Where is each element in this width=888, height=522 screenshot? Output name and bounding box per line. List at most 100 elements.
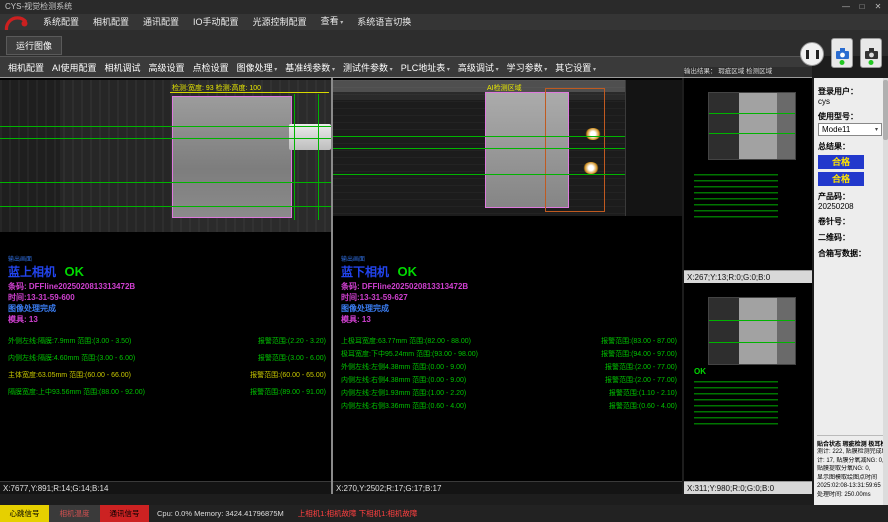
bright-spot [585, 128, 601, 140]
thumbnail-camera-view[interactable] [708, 297, 796, 365]
toolbar-camera-debug[interactable]: 相机调试 [101, 59, 145, 76]
overlay-line [0, 138, 331, 139]
total-result-label: 总结果： [818, 141, 885, 152]
result-text-block [694, 174, 778, 218]
measurement-text: 极耳宽度:下中95.24mm 范围:(93.00 - 98.00) [341, 350, 478, 359]
overlay-line [0, 182, 331, 183]
statistics-header: 贴合状态 瑕疵检测 极耳检测 [817, 435, 886, 448]
toolbar-spot-check[interactable]: 点检设置 [189, 59, 233, 76]
camera-result-label: 蓝下相机 [341, 265, 389, 279]
statistics-line: 显示图模取绘图点时间 [817, 474, 886, 483]
camera-temperature-indicator: 相机温度 [49, 505, 100, 522]
window-title: CYS-视觉检测系统 [5, 2, 72, 11]
alarm-range-text: 报警范围:(1.10 - 2.10) [609, 389, 677, 398]
login-user-value[interactable]: cys [818, 97, 885, 106]
barcode-text: 条码: DFFline2025020813313472B [8, 281, 326, 292]
timestamp-text: 时间:13-31-59-627 [341, 292, 677, 303]
thumbnail-camera-view[interactable] [708, 92, 796, 160]
measurement-row: 极耳宽度:下中95.24mm 范围:(93.00 - 98.00) 报警范围:(… [341, 350, 677, 359]
cpu-memory-readout: Cpu: 0.0% Memory: 3424.41796875M [157, 509, 284, 518]
mold-number-text: 模具: 13 [8, 314, 326, 325]
menu-item-system-config[interactable]: 系统配置 [36, 14, 86, 30]
lower-camera-button[interactable] [860, 38, 882, 68]
toolbar-image-process[interactable]: 图像处理 [233, 59, 282, 76]
menu-item-io-manual-config[interactable]: IO手动配置 [186, 14, 246, 30]
result-text-block [694, 381, 778, 425]
upper-camera-button[interactable] [831, 38, 853, 68]
overlay-line [709, 133, 795, 134]
measurement-text: 外侧左线:左侧4.38mm 范围:(0.00 - 9.00) [341, 363, 466, 372]
close-button[interactable]: ✕ [870, 0, 886, 14]
upper-camera-view[interactable]: 检测:宽度: 93 检测:高度: 100 [0, 80, 331, 232]
pause-button[interactable] [800, 42, 824, 66]
minimize-button[interactable]: — [838, 0, 854, 14]
statistics-line: 处理时间: 250.00ms [817, 491, 886, 500]
roll-pin-label: 卷针号： [818, 216, 885, 227]
camera-status-led [869, 60, 874, 65]
measurement-list: 外侧左线:隔膜:7.9mm 范围:(3.00 - 3.50) 报警范围:(2.2… [8, 337, 326, 397]
camera-controls [800, 38, 882, 68]
menu-bar: 系统配置 相机配置 通讯配置 IO手动配置 光源控制配置 查看 系统语言切换 [36, 14, 418, 30]
toolbar-plc-address-table[interactable]: PLC地址表 [397, 59, 454, 76]
lower-camera-view[interactable]: AI检测区域 [333, 80, 682, 216]
maximize-button[interactable]: □ [854, 0, 870, 14]
measurement-row: 外侧左线:隔膜:7.9mm 范围:(3.00 - 3.50) 报警范围:(2.2… [8, 337, 326, 346]
statistics-line: 计: 17, 贴膜分氧减NG: 0, [817, 457, 886, 466]
product-region-overlay [172, 96, 292, 218]
upper-result-info: 输出画面 蓝上相机 OK 条码: DFFline2025020813313472… [8, 254, 326, 405]
alarm-range-text: 报警范围:(94.00 - 97.00) [601, 350, 677, 359]
camera-icon [836, 48, 849, 59]
mold-number-text: 模具: 13 [341, 314, 677, 325]
menu-item-view[interactable]: 查看 [314, 13, 351, 31]
comm-signal-indicator: 通讯信号 [100, 505, 149, 522]
toolbar-camera-config[interactable]: 相机配置 [4, 59, 48, 76]
toolbar-advanced-debug[interactable]: 高级调试 [454, 59, 503, 76]
measurement-text: 内侧左线:右侧3.36mm 范围:(0.60 - 4.00) [341, 402, 466, 411]
output-result-header: 输出结果： 瑕疵区域 检测区域 [684, 67, 812, 77]
login-user-label: 登录用户： [818, 86, 885, 97]
scrollbar-thumb[interactable] [883, 80, 888, 140]
statistics-line: 2025:02:08-13:31:59:65 [817, 482, 886, 491]
toolbar-ai-config[interactable]: AI使用配置 [48, 59, 101, 76]
measurement-text: 隔膜宽度:上中93.56mm 范围:(88.00 - 92.00) [8, 388, 145, 397]
tab-run-image[interactable]: 运行图像 [6, 36, 62, 55]
toolbar-testpiece-params[interactable]: 测试件参数 [339, 59, 397, 76]
measurement-row: 内侧左线:右侧3.36mm 范围:(0.60 - 4.00) 报警范围:(0.6… [341, 402, 677, 411]
statistics-line: 贴膜提取分氧NG: 0, [817, 465, 886, 474]
measurement-row: 内侧左线:隔膜:4.60mm 范围:(3.00 - 6.00) 报警范围:(3.… [8, 354, 326, 363]
menu-item-language-switch[interactable]: 系统语言切换 [350, 14, 418, 30]
measurement-row: 外侧左线:左侧4.38mm 范围:(0.00 - 9.00) 报警范围:(2.0… [341, 363, 677, 372]
measurement-text: 上极耳宽度:63.77mm 范围:(82.00 - 88.00) [341, 337, 471, 346]
alarm-range-text: 报警范围:(0.60 - 4.00) [609, 402, 677, 411]
toolbar-advanced-settings[interactable]: 高级设置 [145, 59, 189, 76]
measurement-row: 主体宽度:63.05mm 范围:(60.00 - 66.00) 报警范围:(60… [8, 371, 326, 380]
alarm-range-text: 报警范围:(83.00 - 87.00) [601, 337, 677, 346]
sidebar-scrollbar[interactable] [883, 78, 888, 505]
result-ok-badge: OK [694, 367, 706, 376]
overlay-line [709, 320, 795, 321]
product-code-value: 20250208 [818, 202, 885, 211]
thumbnail-panel-top: X:267;Y:13;R:0;G:0;B:0 [684, 78, 812, 283]
result-badge: 合格 [818, 172, 864, 186]
alarm-range-text: 报警范围:(60.00 - 65.00) [250, 371, 326, 380]
menu-item-camera-config[interactable]: 相机配置 [86, 14, 136, 30]
camera-fault-alarm-text: 上相机1:相机故障 下相机1:相机故障 [298, 508, 418, 519]
menu-item-light-control-config[interactable]: 光源控制配置 [246, 14, 314, 30]
title-bar[interactable]: CYS-视觉检测系统 — □ ✕ [0, 0, 888, 14]
app-window: CYS-视觉检测系统 — □ ✕ 系统配置 相机配置 通讯配置 IO手动配置 光… [0, 0, 888, 522]
timestamp-text: 时间:13-31-59-600 [8, 292, 326, 303]
toolbar-other-settings[interactable]: 其它设置 [551, 59, 600, 76]
menu-item-comm-config[interactable]: 通讯配置 [136, 14, 186, 30]
alarm-range-text: 报警范围:(2.00 - 77.00) [605, 376, 677, 385]
toolbar-learning-params[interactable]: 学习参数 [503, 59, 552, 76]
statistics-line: 测计: 222, 贴膜检测完成NG: [817, 448, 886, 457]
chevron-down-icon: ▾ [875, 126, 878, 133]
alarm-range-text: 报警范围:(2.00 - 77.00) [605, 363, 677, 372]
toolbar-baseline-params[interactable]: 基准线参数 [281, 59, 339, 76]
overlay-line [709, 113, 795, 114]
heartbeat-indicator: 心跳信号 [0, 505, 49, 522]
alarm-range-text: 报警范围:(3.00 - 6.00) [258, 354, 326, 363]
product-code-label: 产品码： [818, 191, 885, 202]
model-select[interactable]: Mode11 ▾ [818, 123, 882, 136]
pixel-coordinate-readout: X:311;Y:980;R:0;G:0;B:0 [684, 481, 812, 494]
